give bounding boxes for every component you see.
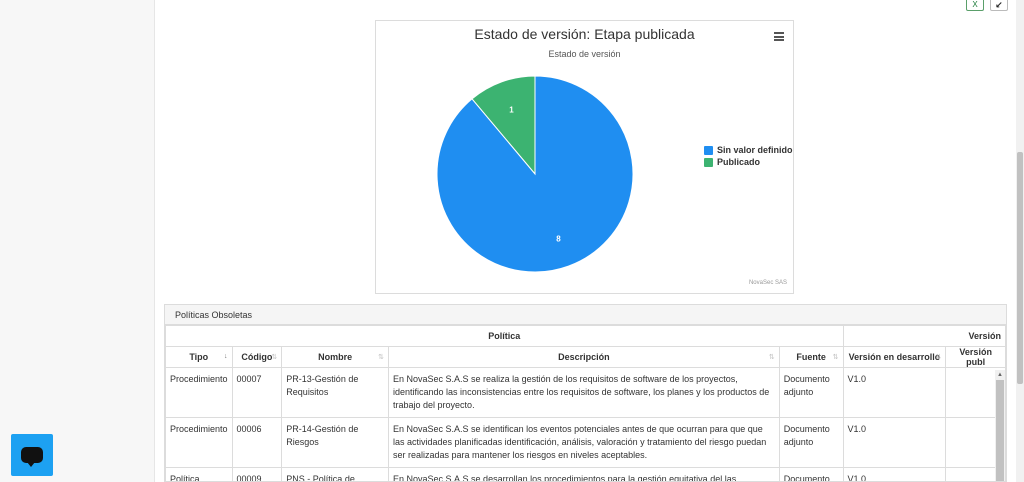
cell-version-desarrollo: V1.0: [842, 467, 947, 481]
chart-title: Estado de versión: Etapa publicada: [474, 26, 695, 42]
column-header[interactable]: Versión en desarrollo ⇅: [842, 346, 947, 368]
group-header-version-label: Versión: [968, 331, 1001, 341]
cell-nombre: PNS - Política de gestión de canales: [281, 467, 390, 481]
column-header[interactable]: Tipo ↓: [165, 346, 233, 368]
cell-version-desarrollo: V1.0: [842, 367, 947, 418]
group-header-version: Versión: [842, 325, 1006, 347]
scroll-up-icon[interactable]: ▲: [996, 371, 1004, 379]
column-header-label: Nombre: [318, 352, 353, 362]
cell-tipo: Procedimiento: [165, 367, 233, 418]
pie-slice-sin-valor[interactable]: [436, 75, 634, 273]
legend-label: Sin valor definido: [717, 145, 793, 155]
pie-data-label: 1: [509, 106, 514, 115]
chart-menu-icon[interactable]: [774, 32, 784, 41]
column-header-label: Fuente: [796, 352, 826, 362]
policies-table: Política Versión Tipo ↓ Código ⇅ Nombre ⇅ Desc…: [165, 325, 1006, 481]
cell-descripcion: En NovaSec S.A.S se realiza la gestión d…: [388, 367, 780, 418]
column-header[interactable]: Descripción ⇅: [388, 346, 780, 368]
sort-icon[interactable]: ⇅: [769, 353, 775, 361]
sort-icon[interactable]: ⇅: [935, 353, 941, 361]
chart-legend: Sin valor definido Publicado: [704, 144, 793, 168]
legend-swatch: [704, 145, 713, 155]
column-header[interactable]: Versión publ: [945, 346, 1006, 368]
cell-descripcion: En NovaSec S.A.S se identifican los even…: [388, 417, 780, 468]
column-header[interactable]: Fuente ⇅: [778, 346, 844, 368]
cell-nombre: PR-13-Gestión de Requisitos: [281, 367, 390, 418]
cell-tipo: Política: [165, 467, 233, 481]
chart-subtitle: Estado de versión: [548, 49, 621, 59]
chat-button[interactable]: [11, 434, 53, 476]
column-header-label: Versión publ: [959, 347, 992, 367]
top-toolbar: X ↙: [966, 0, 1008, 11]
cell-codigo: 00007: [231, 367, 283, 418]
column-header[interactable]: Nombre ⇅: [281, 346, 390, 368]
cell-fuente: Documento adjunto: [778, 417, 844, 468]
table-row[interactable]: Procedimiento 00006 PR-14-Gestión de Riesg…: [165, 417, 1006, 468]
collapse-arrow-icon[interactable]: ↙: [990, 0, 1008, 11]
chat-bubble-icon: [21, 447, 43, 467]
cell-codigo: 00006: [231, 417, 283, 468]
page-scrollbar-thumb[interactable]: [1017, 152, 1023, 384]
column-header-label: Versión en desarrollo: [848, 352, 941, 362]
column-header-label: Descripción: [558, 352, 610, 362]
pie-data-label: 8: [556, 234, 561, 243]
legend-item[interactable]: Sin valor definido: [704, 144, 793, 156]
table-scrollbar-thumb[interactable]: [996, 380, 1004, 481]
table-row[interactable]: Política00009PNS - Política de gestión d…: [165, 467, 1006, 481]
cell-descripcion: En NovaSec S.A.S se desarrollan los proc…: [388, 467, 780, 481]
sort-icon[interactable]: ⇅: [833, 353, 839, 361]
legend-label: Publicado: [717, 157, 761, 167]
cell-fuente: Documento adjunto: [778, 367, 844, 418]
column-header-label: Tipo: [189, 352, 209, 362]
column-header-label: Código: [241, 352, 273, 362]
legend-item[interactable]: Publicado: [704, 156, 793, 168]
cell-codigo: 00009: [231, 467, 283, 481]
sort-icon[interactable]: ↓: [224, 353, 228, 360]
legend-swatch: [704, 157, 713, 167]
panel-heading: Políticas Obsoletas: [165, 305, 1006, 325]
excel-export-icon[interactable]: X: [966, 0, 984, 11]
sort-icon[interactable]: ⇅: [271, 353, 277, 361]
chart-credits: NovaSec SAS: [748, 280, 787, 286]
column-header[interactable]: Código ⇅: [231, 346, 283, 368]
obsolete-policies-panel: Políticas Obsoletas Política Versión Tip…: [164, 304, 1007, 482]
cell-tipo: Procedimiento: [165, 417, 233, 468]
cell-fuente: Documento adjunto: [778, 467, 844, 481]
sort-icon[interactable]: ⇅: [378, 353, 384, 361]
table-row[interactable]: Procedimiento 00007 PR-13-Gestión de Requi…: [165, 367, 1006, 418]
cell-version-desarrollo: V1.0: [842, 417, 947, 468]
cell-nombre: PR-14-Gestión de Riesgos: [281, 417, 390, 468]
pie-chart-container: 1 8 Estado de versión: Etapa publicada Es…: [375, 20, 794, 294]
group-header-politica: Política: [165, 325, 844, 347]
